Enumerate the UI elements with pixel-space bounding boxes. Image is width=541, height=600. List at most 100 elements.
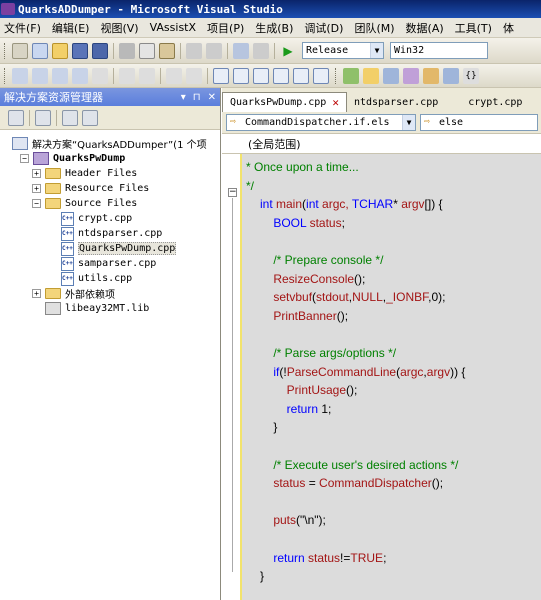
tree-item-file[interactable]: crypt.cpp <box>48 211 132 226</box>
tree-item-file[interactable]: QuarksPwDump.cpp <box>48 241 177 256</box>
scope-select[interactable]: (全局范围) <box>222 134 541 154</box>
va-spell-check-icon[interactable] <box>443 67 459 84</box>
va-find-symbol-icon[interactable] <box>383 67 399 84</box>
menu-item[interactable]: 调试(D) <box>300 20 350 36</box>
code-token: argv <box>401 197 425 212</box>
navigate-backward-icon[interactable] <box>233 42 249 59</box>
va-rename-icon[interactable] <box>423 67 439 84</box>
context-member-select[interactable]: ⇨ CommandDispatcher.if.els ▼ <box>226 114 416 131</box>
copy-icon[interactable] <box>139 42 155 59</box>
code-area[interactable]: * Once upon a time... */ int main(int argc… <box>242 154 541 600</box>
menu-item[interactable]: 视图(V) <box>96 20 145 36</box>
context-block-select[interactable]: ⇨ else <box>420 114 538 131</box>
code-token: (); <box>346 383 358 398</box>
collapse-block-icon[interactable]: − <box>228 188 237 197</box>
va-braces-icon[interactable]: {} <box>463 67 479 84</box>
add-item-icon[interactable] <box>32 42 48 59</box>
collapse-icon[interactable]: − <box>32 199 41 208</box>
menu-item[interactable]: 数据(A) <box>402 20 451 36</box>
code-token: NULL <box>352 290 383 305</box>
properties-icon[interactable] <box>8 109 24 126</box>
next-bookmark-icon[interactable] <box>253 67 269 84</box>
refresh-icon[interactable] <box>82 109 98 126</box>
toggle-bookmark-icon[interactable] <box>213 67 229 84</box>
start-debugging-icon[interactable]: ▶ <box>280 43 296 59</box>
new-project-icon[interactable] <box>12 42 28 59</box>
show-all-files-icon[interactable] <box>35 109 51 126</box>
increase-indent-icon[interactable] <box>139 67 155 84</box>
text-editor-toolbar: {} <box>0 64 541 88</box>
tree-item-file[interactable]: samparser.cpp <box>48 256 156 271</box>
display-word-completion-icon[interactable] <box>72 67 88 84</box>
code-token: TRUE <box>350 550 384 565</box>
auto-hide-pin-icon[interactable]: ⊓ <box>193 92 201 103</box>
close-tab-icon[interactable]: ✕ <box>332 96 339 109</box>
solution-configuration-select[interactable]: Release ▼ <box>302 42 384 59</box>
comment-lines-icon[interactable] <box>166 67 182 84</box>
tree-item-project[interactable]: − QuarksPwDump <box>20 151 125 166</box>
code-token: _IONBF <box>386 290 429 305</box>
tree-item-folder[interactable]: − Source Files <box>32 196 137 211</box>
tab-quarkspwdump-cpp[interactable]: QuarksPwDump.cpp ✕ <box>222 92 347 112</box>
clear-bookmarks-icon[interactable] <box>313 67 329 84</box>
code-line: /* Prepare console */ <box>260 253 383 271</box>
uncomment-lines-icon[interactable] <box>186 67 202 84</box>
menu-item[interactable]: 文件(F) <box>0 20 48 36</box>
tab-label: crypt.cpp <box>468 96 523 108</box>
undo-icon[interactable] <box>186 42 202 59</box>
cut-icon[interactable] <box>119 42 135 59</box>
code-editor-window: QuarksPwDump.cpp ✕ ntdsparser.cpp crypt.… <box>222 88 541 600</box>
expand-icon[interactable]: + <box>32 184 41 193</box>
menu-item[interactable]: 编辑(E) <box>48 20 97 36</box>
display-object-member-list-icon[interactable] <box>12 67 28 84</box>
tree-item-file[interactable]: ntdsparser.cpp <box>48 226 162 241</box>
solution-explorer-toolbar <box>0 106 220 130</box>
display-quick-info-icon[interactable] <box>52 67 68 84</box>
tab-crypt-cpp[interactable]: crypt.cpp <box>461 92 529 112</box>
menu-item[interactable]: 团队(M) <box>350 20 401 36</box>
decrease-indent-icon[interactable] <box>119 67 135 84</box>
tree-item-solution[interactable]: 解决方案“QuarksADDumper”(1 个项 <box>12 136 207 151</box>
tab-label: ntdsparser.cpp <box>353 96 439 108</box>
collapse-icon[interactable]: − <box>20 154 29 163</box>
tab-ntdsparser-cpp[interactable]: ntdsparser.cpp <box>347 92 445 112</box>
scope-value: (全局范围) <box>248 137 301 151</box>
code-token: (); <box>336 308 349 323</box>
code-token: ; <box>383 550 387 565</box>
tree-item-folder[interactable]: + Header Files <box>32 166 137 181</box>
toolbar-grip[interactable] <box>335 67 338 84</box>
va-open-folder-icon[interactable] <box>363 67 379 84</box>
toolbar-grip[interactable] <box>4 67 7 84</box>
paste-icon[interactable] <box>159 42 175 59</box>
previous-bookmark-in-folder-icon[interactable] <box>273 67 289 84</box>
open-file-icon[interactable] <box>52 42 68 59</box>
expand-icon[interactable]: + <box>32 169 41 178</box>
va-references-icon[interactable] <box>403 67 419 84</box>
redo-icon[interactable] <box>206 42 222 59</box>
view-class-diagram-icon[interactable] <box>62 109 78 126</box>
menu-item[interactable]: 工具(T) <box>451 20 499 36</box>
toolbar-grip[interactable] <box>4 42 7 59</box>
next-bookmark-in-folder-icon[interactable] <box>293 67 309 84</box>
save-all-icon[interactable] <box>92 42 108 59</box>
tree-item-folder[interactable]: + Resource Files <box>32 181 149 196</box>
tree-item-folder[interactable]: + 外部依赖项 <box>32 286 115 301</box>
menu-item[interactable]: 项目(P) <box>203 20 251 36</box>
previous-bookmark-icon[interactable] <box>233 67 249 84</box>
code-token: CommandDispatcher <box>319 476 432 491</box>
window-position-icon[interactable]: ▾ <box>181 92 186 103</box>
close-panel-icon[interactable]: ✕ <box>208 92 216 103</box>
menu-item[interactable]: 生成(B) <box>251 20 300 36</box>
menu-item[interactable]: VAssistX <box>146 21 203 34</box>
tree-item-lib[interactable]: libeay32MT.lib <box>32 301 149 316</box>
menu-item[interactable]: 体 <box>499 20 521 36</box>
tree-item-file[interactable]: utils.cpp <box>48 271 132 286</box>
expand-icon[interactable]: + <box>32 289 41 298</box>
solution-platform-select[interactable]: Win32 <box>390 42 488 59</box>
display-parameter-info-icon[interactable] <box>32 67 48 84</box>
navigate-forward-icon[interactable] <box>253 42 269 59</box>
tree-item-label: samparser.cpp <box>78 258 157 269</box>
save-icon[interactable] <box>72 42 88 59</box>
outdent-icon[interactable] <box>92 67 108 84</box>
va-open-file-icon[interactable] <box>343 67 359 84</box>
